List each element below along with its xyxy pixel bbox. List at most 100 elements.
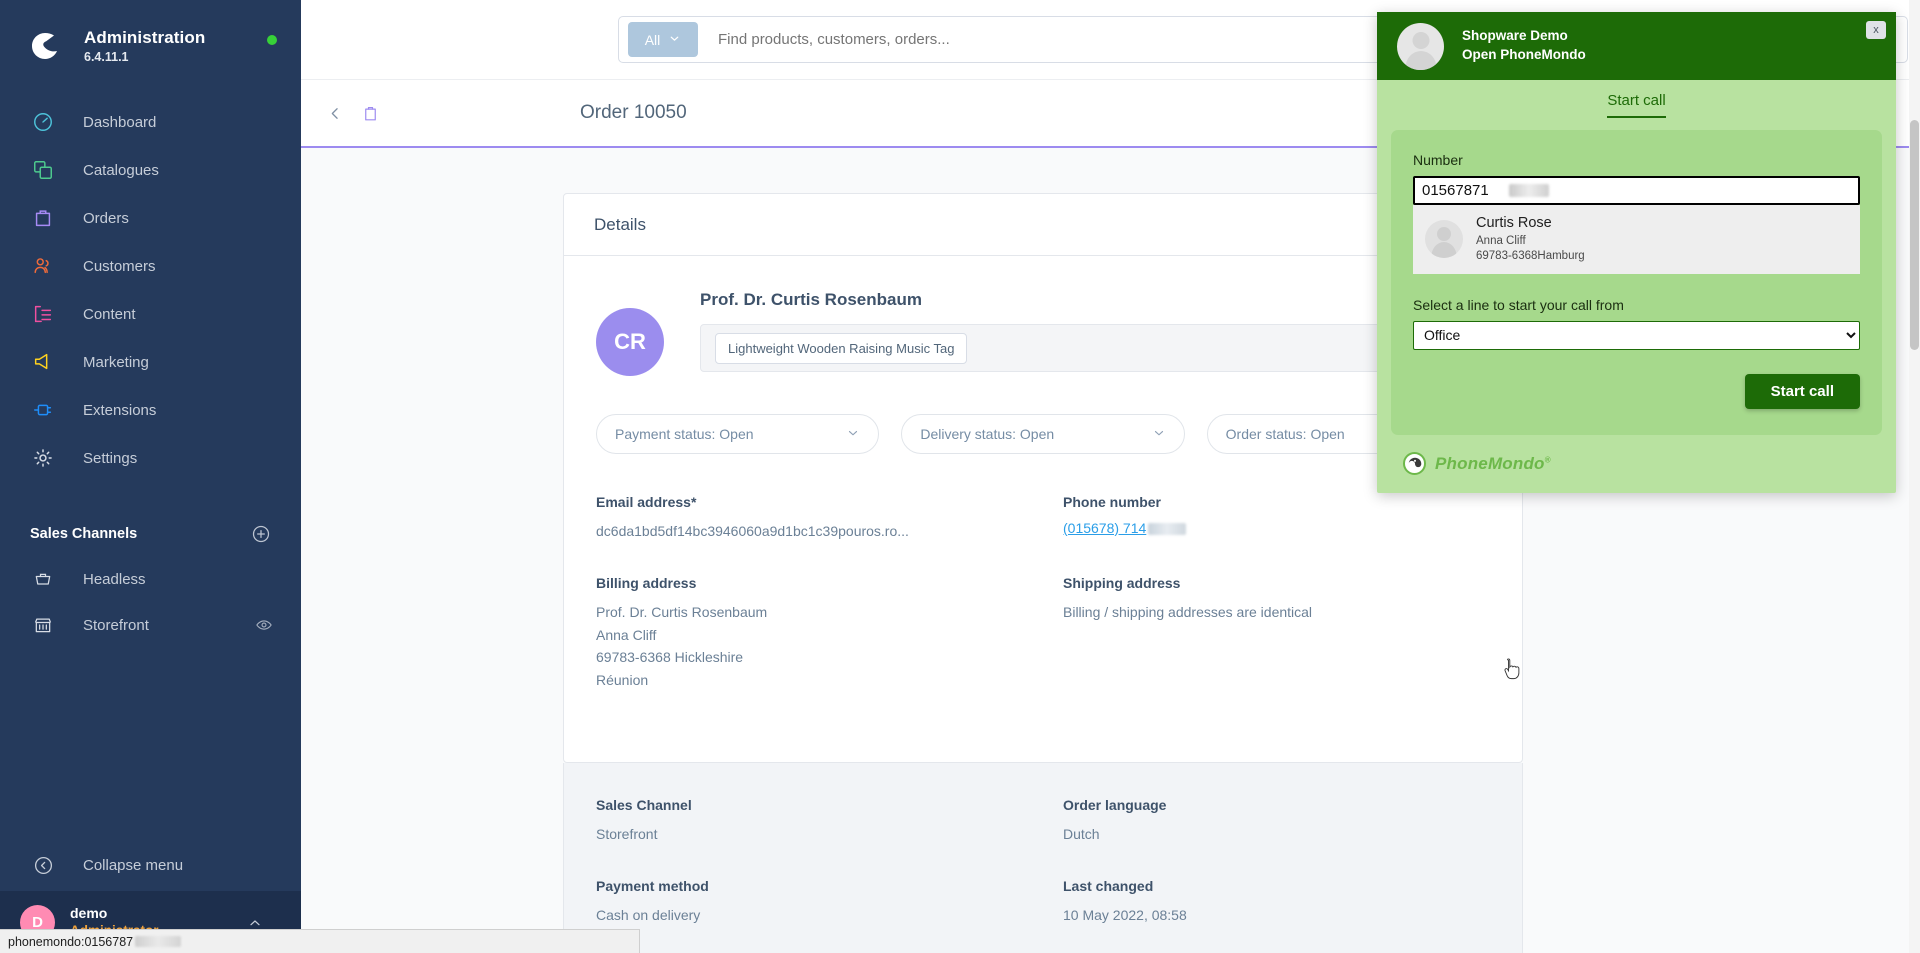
chevron-down-icon xyxy=(668,32,681,48)
phonemondo-dialog-header: Shopware Demo Open PhoneMondo x xyxy=(1377,12,1896,80)
line-select-label: Select a line to start your call from xyxy=(1413,296,1624,313)
email-label: Email address* xyxy=(596,494,697,510)
phonemondo-logo-icon xyxy=(1403,452,1426,476)
app-root: Administration 6.4.11.1 Dashboard Catalo… xyxy=(0,0,1920,953)
tab-start-call[interactable]: Start call xyxy=(1607,92,1666,118)
sidebar-item-label: Settings xyxy=(83,449,138,467)
back-button[interactable] xyxy=(326,104,345,123)
phonemondo-call-panel: Number Curtis Rose Anna Cliff 69783-6368… xyxy=(1391,130,1882,435)
contact-location: 69783-6368Hamburg xyxy=(1476,250,1585,263)
sidebar-section-title: Sales Channels xyxy=(30,526,138,542)
sidebar-brand[interactable]: Administration 6.4.11.1 xyxy=(0,0,301,74)
eye-icon[interactable] xyxy=(255,616,273,634)
dashboard-icon xyxy=(30,109,56,135)
customer-tag[interactable]: Lightweight Wooden Raising Music Tag xyxy=(715,332,968,364)
payment-method-label: Payment method xyxy=(596,877,709,894)
browser-status-bar: phonemondo:0156787 xyxy=(0,929,640,953)
sidebar-item-customers[interactable]: Customers xyxy=(0,242,301,290)
phone-value-wrap: (015678) 714 xyxy=(1063,520,1490,538)
last-changed-value: 10 May 2022, 08:58 xyxy=(1063,906,1187,923)
number-input-wrap xyxy=(1413,176,1860,205)
sales-channel-label: Sales Channel xyxy=(596,797,692,814)
phonemondo-account-name: Shopware Demo xyxy=(1462,28,1568,44)
billing-address-line: 69783-6368 Hickleshire xyxy=(596,649,744,666)
order-folder-icon[interactable] xyxy=(361,104,380,123)
shopware-logo-icon xyxy=(28,29,62,63)
search-scope-dropdown[interactable]: All xyxy=(628,22,698,57)
meta-fields: Sales Channel Storefront Order language … xyxy=(596,797,1490,953)
line-select[interactable]: Office xyxy=(1413,320,1860,350)
payment-status-label: Payment status: Open xyxy=(615,426,754,442)
page-scrollbar[interactable] xyxy=(1909,0,1920,953)
payment-method-field: Payment method Cash on delivery xyxy=(596,878,1023,927)
page-title: Order 10050 xyxy=(580,102,687,123)
sidebar-item-label: Content xyxy=(83,305,136,323)
sidebar-item-label: Dashboard xyxy=(83,113,157,131)
sidebar-section-sales-channels: Sales Channels xyxy=(0,512,301,556)
billing-address-line: Réunion xyxy=(596,672,649,689)
status-selects-row: Payment status: Open Delivery status: Op… xyxy=(596,414,1490,454)
phonemondo-tabs: Start call xyxy=(1377,80,1896,130)
close-icon[interactable]: x xyxy=(1866,21,1886,39)
search-scope-label: All xyxy=(644,31,661,48)
contact-suggestion-text: Curtis Rose Anna Cliff 69783-6368Hamburg xyxy=(1476,214,1585,265)
phone-label: Phone number xyxy=(1063,494,1162,510)
sales-channel-field: Sales Channel Storefront xyxy=(596,797,1023,846)
extensions-icon xyxy=(30,397,56,423)
storefront-icon xyxy=(30,612,56,638)
customer-row: CR Prof. Dr. Curtis Rosenbaum Lightweigh… xyxy=(596,290,1490,376)
start-call-button[interactable]: Start call xyxy=(1744,373,1860,409)
status-bar-text: phonemondo:0156787 xyxy=(8,934,134,949)
sidebar-item-dashboard[interactable]: Dashboard xyxy=(0,98,301,146)
last-changed-field: Last changed 10 May 2022, 08:58 xyxy=(1063,878,1490,927)
sidebar-item-label: Storefront xyxy=(83,616,149,634)
contact-suggestion[interactable]: Curtis Rose Anna Cliff 69783-6368Hamburg xyxy=(1413,205,1860,274)
sidebar-item-content[interactable]: Content xyxy=(0,290,301,338)
phonemondo-open-link[interactable]: Open PhoneMondo xyxy=(1462,46,1586,65)
marketing-icon xyxy=(30,349,56,375)
sidebar: Administration 6.4.11.1 Dashboard Catalo… xyxy=(0,0,301,953)
order-status-label: Order status: Open xyxy=(1225,426,1345,442)
redacted-phone-part xyxy=(1148,522,1187,535)
sidebar-brand-title: Administration xyxy=(84,28,206,48)
sidebar-item-storefront[interactable]: Storefront xyxy=(0,602,301,648)
phonemondo-footer: PhoneMondo® xyxy=(1377,435,1896,493)
sidebar-item-extensions[interactable]: Extensions xyxy=(0,386,301,434)
sidebar-item-label: Catalogues xyxy=(83,161,159,179)
shipping-address-label: Shipping address xyxy=(1063,574,1181,591)
sidebar-brand-text: Administration 6.4.11.1 xyxy=(84,28,205,64)
start-call-row: Start call xyxy=(1413,373,1860,409)
meta-card: Sales Channel Storefront Order language … xyxy=(563,763,1523,953)
contact-name: Curtis Rose xyxy=(1476,215,1552,231)
sidebar-brand-version: 6.4.11.1 xyxy=(84,49,129,64)
chevron-down-icon xyxy=(1152,426,1166,443)
order-language-field: Order language Dutch xyxy=(1063,797,1490,846)
delivery-status-select[interactable]: Delivery status: Open xyxy=(901,414,1185,454)
sidebar-item-label: Customers xyxy=(83,257,156,275)
phone-number-link[interactable]: (015678) 714 xyxy=(1063,520,1146,536)
contact-fields: Email address* dc6da1bd5df14bc3946060a9d… xyxy=(596,494,1490,724)
redacted-status-part xyxy=(135,936,182,947)
customer-tags[interactable]: Lightweight Wooden Raising Music Tag xyxy=(700,324,1490,372)
billing-address-line: Anna Cliff xyxy=(596,626,657,643)
billing-address-label: Billing address xyxy=(596,574,697,591)
sidebar-item-label: Marketing xyxy=(83,353,149,371)
number-input[interactable] xyxy=(1413,176,1860,205)
sidebar-item-marketing[interactable]: Marketing xyxy=(0,338,301,386)
contact-company: Anna Cliff xyxy=(1476,234,1526,247)
phone-field: Phone number (015678) 714 xyxy=(1063,494,1490,543)
sidebar-item-catalogues[interactable]: Catalogues xyxy=(0,146,301,194)
phonemondo-brand-text: PhoneMondo® xyxy=(1435,453,1551,473)
plus-circle-icon[interactable] xyxy=(251,524,271,544)
scrollbar-thumb[interactable] xyxy=(1910,120,1919,350)
sidebar-item-orders[interactable]: Orders xyxy=(0,194,301,242)
redacted-number-part xyxy=(1509,184,1549,197)
settings-icon xyxy=(30,445,56,471)
sidebar-item-settings[interactable]: Settings xyxy=(0,434,301,482)
sidebar-item-headless[interactable]: Headless xyxy=(0,556,301,602)
sidebar-nav: Dashboard Catalogues Orders Customers Co… xyxy=(0,98,301,482)
payment-status-select[interactable]: Payment status: Open xyxy=(596,414,880,454)
customers-icon xyxy=(30,253,56,279)
collapse-menu-button[interactable]: Collapse menu xyxy=(0,839,301,891)
